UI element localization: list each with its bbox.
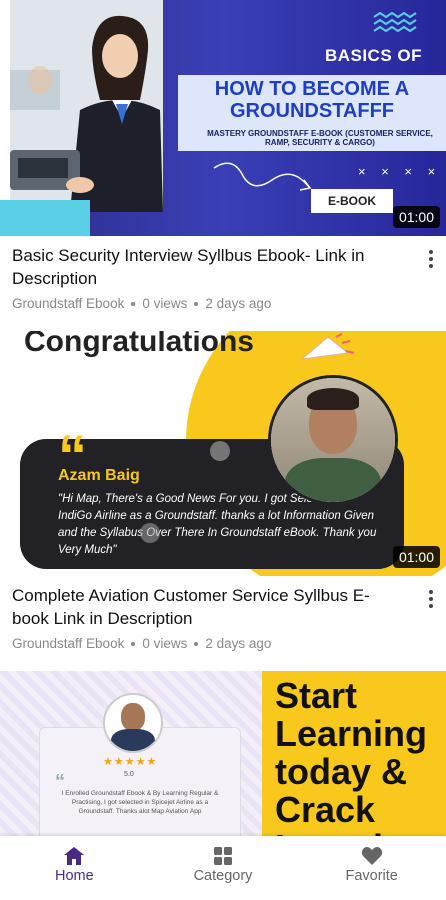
bottom-navigation: Home Category Favorite [0,836,446,900]
nav-category[interactable]: Category [149,836,298,900]
curly-arrow-icon [213,162,312,191]
grid-icon [214,847,232,865]
separator-dot [194,302,199,307]
nav-label: Favorite [345,868,398,884]
video-meta: Complete Aviation Customer Service Syllb… [0,576,446,651]
video-thumbnail[interactable]: ★★★★★ 5.0 “ I Enrolled Groundstaff Ebook… [0,671,446,836]
video-card[interactable]: ★★★★★ 5.0 “ I Enrolled Groundstaff Ebook… [0,671,446,836]
thumbnail-title: HOW TO BECOME A GROUNDSTAFFF [214,78,410,122]
home-icon [64,847,85,865]
wave-decoration-icon [373,12,417,33]
star-rating-icon: ★★★★★ [103,756,158,768]
upload-age: 2 days ago [205,296,272,311]
video-subtitle: Groundstaff Ebook 0 views 2 days ago [12,636,406,651]
touch-indicator-icon [140,523,160,543]
video-meta: Basic Security Interview Syllbus Ebook- … [0,236,446,311]
video-feed[interactable]: BASICS OF HOW TO BECOME A GROUNDSTAFFF M… [0,0,446,836]
thumbnail-subtitle: MASTERY GROUNDSTAFF E-BOOK (CUSTOMER SER… [207,129,433,147]
video-card[interactable]: BASICS OF HOW TO BECOME A GROUNDSTAFFF M… [0,0,446,311]
separator-dot [131,642,136,647]
channel-name[interactable]: Groundstaff Ebook [12,296,124,311]
video-title[interactable]: Complete Aviation Customer Service Syllb… [12,584,406,630]
confetti-icon [300,333,355,360]
nav-label: Category [193,868,253,884]
view-count: 0 views [142,296,188,311]
thumbnail-photo [0,0,163,212]
video-card[interactable]: Congratulations “ Azam Baig "Hi Map, The… [0,331,446,651]
channel-name[interactable]: Groundstaff Ebook [12,636,124,651]
congrats-heading: Congratulations [24,331,254,358]
video-thumbnail[interactable]: BASICS OF HOW TO BECOME A GROUNDSTAFFF M… [0,0,446,236]
nav-home[interactable]: Home [0,836,149,900]
video-thumbnail[interactable]: Congratulations “ Azam Baig "Hi Map, The… [0,331,446,576]
promo-text: Start Learning today & Crack Interview [275,675,431,837]
testimonial-name: Azam Baig [58,467,140,484]
duration-badge: 01:00 [392,206,440,228]
video-title[interactable]: Basic Security Interview Syllbus Ebook- … [12,244,406,290]
x-marks: × × × × [358,164,442,179]
nav-favorite[interactable]: Favorite [297,836,446,900]
upload-age: 2 days ago [205,636,272,651]
separator-dot [131,302,136,307]
duration-badge: 01:00 [392,546,440,568]
view-count: 0 views [142,636,188,651]
heart-icon [361,847,382,865]
video-subtitle: Groundstaff Ebook 0 views 2 days ago [12,296,406,311]
more-options-icon[interactable] [428,590,434,612]
separator-dot [194,642,199,647]
thumbnail-heading: BASICS OF [324,46,422,65]
reviewer-avatar [103,693,163,753]
review-text: I Enrolled Groundstaff Ebook & By Learni… [61,790,219,815]
avatar [268,375,398,505]
more-options-icon[interactable] [428,250,434,272]
rating-value: 5.0 [124,771,134,778]
nav-label: Home [54,868,94,884]
ebook-label: E-BOOK [311,189,393,213]
touch-indicator-icon [210,441,230,461]
thumbnail-accent [0,200,90,236]
